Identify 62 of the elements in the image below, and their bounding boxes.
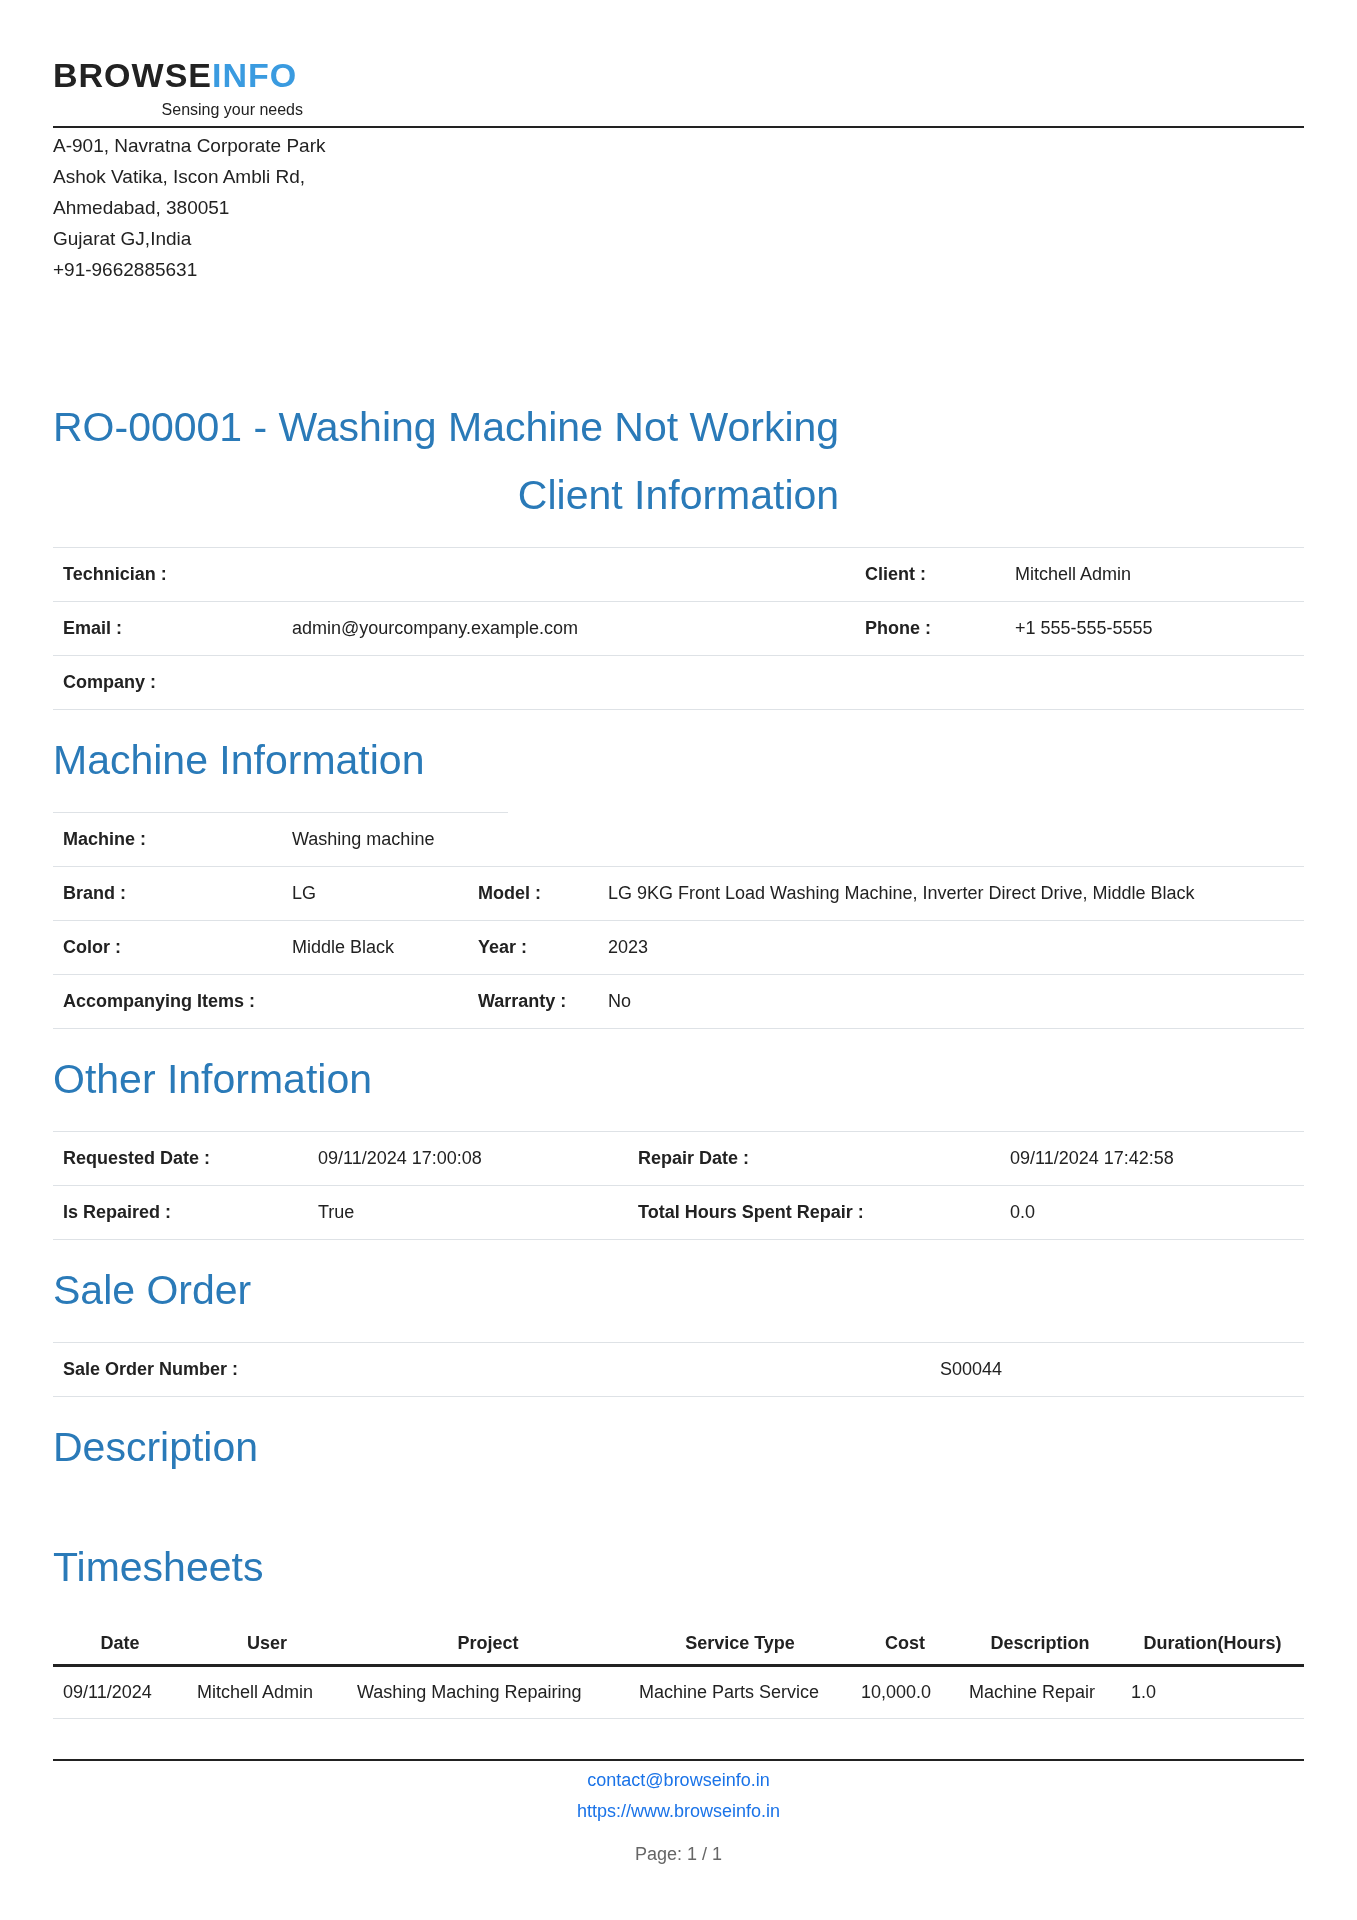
table-cell-text: 09/11/2024 [62, 1681, 153, 1704]
page-number: Page: 1 / 1 [634, 1843, 723, 1866]
field-value: S00044 [940, 1359, 1003, 1379]
field-label: Machine : [62, 828, 147, 851]
table-cell-text: Machine Repair [968, 1681, 1097, 1704]
field-label: Color : [62, 936, 122, 959]
field-value: admin@yourcompany.example.com [292, 618, 579, 638]
field-value: 09/11/2024 17:42:58 [1010, 1148, 1174, 1168]
field-value: No [608, 991, 631, 1011]
address-line: A-901, Navratna Corporate Park [53, 134, 327, 158]
column-header: User [246, 1632, 288, 1655]
section-heading: Sale Order [53, 1266, 253, 1315]
field-value: 09/11/2024 17:00:08 [318, 1148, 482, 1168]
field-label: Phone : [864, 617, 932, 640]
field-label: Model : [477, 882, 542, 905]
column-header: Duration(Hours) [1142, 1632, 1283, 1655]
field-value: LG [292, 883, 316, 903]
report-title: RO-00001 - Washing Machine Not Working [53, 403, 841, 452]
table-cell-text: Washing Maching Repairing [356, 1681, 583, 1704]
field-label: Is Repaired : [62, 1201, 173, 1224]
address-line: +91-9662885631 [53, 258, 199, 282]
field-label: Client : [864, 563, 927, 586]
website-link[interactable]: https://www.browseinfo.in [576, 1796, 781, 1827]
field-label: Accompanying Items : [62, 990, 257, 1013]
field-label: Year : [477, 936, 529, 959]
field-label: Brand : [62, 882, 127, 905]
browseinfo-logo: BROWSEINFO [53, 58, 299, 92]
field-label: Sale Order Number : [62, 1358, 240, 1381]
address-line: Ashok Vatika, Iscon Ambli Rd, [53, 165, 307, 189]
field-value: Middle Black [292, 937, 395, 957]
field-value: True [318, 1202, 355, 1222]
section-heading: Timesheets [53, 1543, 265, 1592]
table-cell-text: 10,000.0 [860, 1681, 933, 1704]
table-cell-text: Mitchell Admin [196, 1681, 315, 1704]
field-value: LG 9KG Front Load Washing Machine, Inverter Direct Drive, Middle Black [608, 883, 1195, 903]
field-label: Email : [62, 617, 124, 640]
column-header: Service Type [684, 1632, 796, 1655]
field-value: Washing machine [292, 829, 435, 849]
field-label: Requested Date : [62, 1147, 212, 1170]
field-value: 2023 [608, 937, 649, 957]
table-cell-text: Machine Parts Service [638, 1681, 821, 1704]
section-heading: Client Information [517, 471, 840, 520]
field-value: Mitchell Admin [1015, 564, 1132, 584]
tagline: Sensing your needs [161, 100, 303, 120]
column-header: Description [989, 1632, 1091, 1655]
field-value: +1 555-555-5555 [1015, 618, 1153, 638]
field-label: Warranty : [477, 990, 568, 1013]
column-header: Cost [884, 1632, 926, 1655]
field-value: 0.0 [1010, 1202, 1036, 1222]
column-header: Project [456, 1632, 520, 1655]
table-cell-text: 1.0 [1130, 1681, 1158, 1704]
section-heading: Description [53, 1423, 260, 1472]
email-link[interactable]: contact@browseinfo.in [587, 1765, 770, 1796]
address-line: Gujarat GJ,India [53, 227, 193, 251]
section-heading: Machine Information [53, 736, 426, 785]
section-heading: Other Information [53, 1055, 374, 1104]
address-line: Ahmedabad, 380051 [53, 196, 231, 220]
field-label: Company : [62, 671, 157, 694]
field-label: Total Hours Spent Repair : [637, 1201, 865, 1224]
column-header: Date [99, 1632, 141, 1655]
field-label: Technician : [62, 563, 168, 586]
field-label: Repair Date : [637, 1147, 751, 1170]
